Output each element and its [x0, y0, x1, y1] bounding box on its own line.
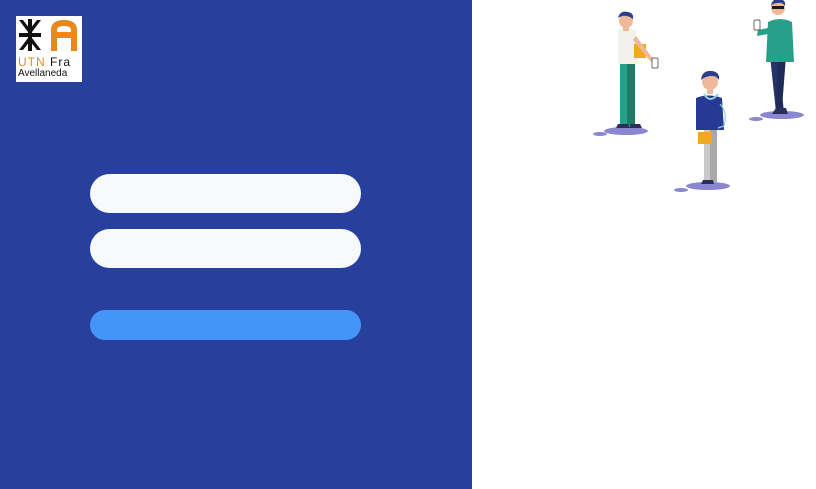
login-panel: UTN Fra Avellaneda — [0, 0, 472, 489]
logo-fra-text: Fra — [50, 55, 72, 69]
people-with-phones-illustration — [593, 0, 804, 192]
logo-text: UTN Fra — [18, 56, 82, 68]
logo-utn-text: UTN — [18, 55, 46, 69]
person-standing-center — [674, 70, 730, 192]
utn-logo: UTN Fra Avellaneda — [16, 16, 82, 82]
utn-emblem-icon — [19, 19, 77, 51]
person-standing-left — [593, 11, 659, 136]
person-standing-right — [749, 0, 804, 121]
login-button[interactable] — [90, 310, 361, 340]
password-input[interactable] — [90, 229, 361, 268]
illustration-panel — [472, 0, 816, 489]
logo-subtitle: Avellaneda — [18, 68, 68, 79]
username-input[interactable] — [90, 174, 361, 213]
